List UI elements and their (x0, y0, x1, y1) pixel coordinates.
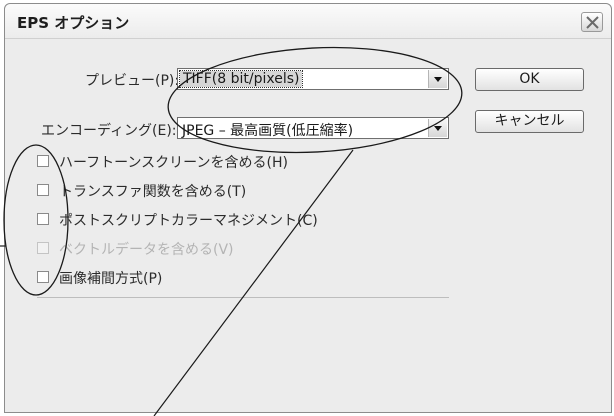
dialog-title: EPS オプション (17, 14, 130, 32)
encoding-dropdown-button[interactable] (428, 119, 447, 137)
preview-label: プレビュー(P): (85, 73, 180, 89)
encoding-label: エンコーディング(E): (41, 123, 177, 139)
ok-button[interactable]: OK (475, 68, 584, 91)
checkbox[interactable] (37, 155, 49, 167)
chevron-down-icon (434, 77, 442, 82)
option-label: ベクトルデータを含める(V) (59, 242, 234, 258)
encoding-select[interactable]: JPEG – 最高画質(低圧縮率) (177, 117, 449, 139)
preview-value: TIFF(8 bit/pixels) (178, 70, 304, 88)
chevron-down-icon (434, 126, 442, 131)
option-label: 画像補間方式(P) (59, 271, 163, 287)
checkbox[interactable] (37, 184, 49, 196)
preview-dropdown-button[interactable] (428, 70, 447, 88)
close-icon (586, 16, 599, 29)
checkbox[interactable] (37, 213, 49, 225)
cancel-button[interactable]: キャンセル (475, 110, 584, 133)
checkbox (37, 242, 49, 254)
checkbox[interactable] (37, 271, 49, 283)
close-button[interactable] (581, 12, 603, 32)
divider (37, 297, 449, 298)
encoding-value: JPEG – 最高画質(低圧縮率) (182, 123, 354, 139)
option-label: トランスファ関数を含める(T) (59, 184, 247, 200)
option-label: ポストスクリプトカラーマネジメント(C) (59, 213, 318, 229)
option-label: ハーフトーンスクリーンを含める(H) (59, 155, 288, 171)
preview-select[interactable]: TIFF(8 bit/pixels) (177, 68, 449, 90)
eps-options-dialog: EPS オプション プレビュー(P): TIFF(8 bit/pixels) エ… (4, 3, 612, 413)
title-bar: EPS オプション (5, 4, 611, 39)
